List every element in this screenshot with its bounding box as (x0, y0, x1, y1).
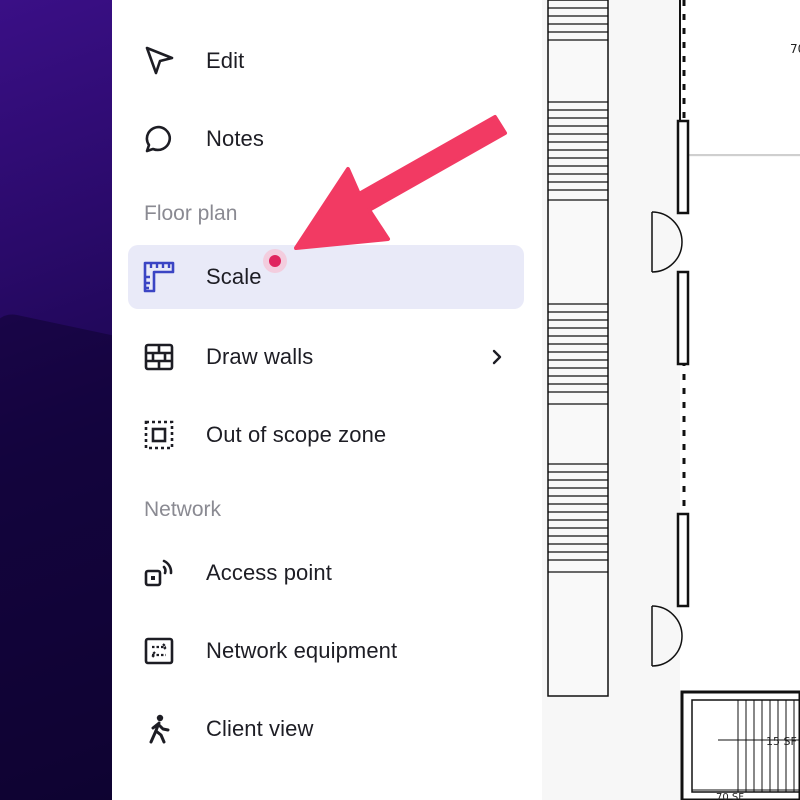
floor-plan-drawing (547, 0, 800, 800)
dashed-square-icon (142, 418, 176, 452)
menu-item-label: Network equipment (206, 638, 398, 663)
menu-item-draw-walls[interactable]: Draw walls (128, 325, 524, 389)
room-label: 70 SF (716, 792, 745, 800)
menu-item-scale[interactable]: Scale (128, 245, 524, 309)
walking-person-icon (142, 712, 176, 746)
menu-item-label: Edit (206, 48, 245, 73)
menu-item-label: Out of scope zone (206, 422, 387, 447)
desktop-background (0, 0, 112, 800)
access-point-icon (142, 556, 176, 590)
section-title-network: Network (144, 498, 222, 521)
menu-item-label: Client view (206, 716, 314, 741)
menu-item-out-of-scope-zone[interactable]: Out of scope zone (128, 403, 524, 467)
network-equipment-icon (142, 634, 176, 668)
menu-item-label: Draw walls (206, 344, 314, 369)
room-label: 70 (790, 42, 800, 56)
cursor-highlight (263, 249, 287, 273)
menu-item-label: Access point (206, 560, 332, 585)
menu-item-client-view[interactable]: Client view (128, 697, 524, 761)
brick-wall-icon (142, 340, 176, 374)
chevron-right-icon (492, 349, 502, 365)
floor-plan-canvas[interactable]: 70 70 SF 15 SF (542, 0, 800, 800)
menu-item-edit[interactable]: Edit (128, 29, 524, 93)
menu-item-label: Notes (206, 126, 264, 151)
room-label: 15 SF (766, 735, 797, 748)
cursor-arrow-icon (142, 44, 176, 78)
tool-menu: Edit Notes Floor plan Scale Draw walls O… (112, 0, 543, 800)
menu-item-network-equipment[interactable]: Network equipment (128, 619, 524, 683)
menu-item-notes[interactable]: Notes (128, 107, 524, 171)
menu-item-label: Scale (206, 264, 262, 289)
section-title-floor-plan: Floor plan (144, 202, 238, 225)
speech-bubble-icon (142, 122, 176, 156)
menu-item-access-point[interactable]: Access point (128, 541, 524, 605)
ruler-icon (142, 260, 176, 294)
